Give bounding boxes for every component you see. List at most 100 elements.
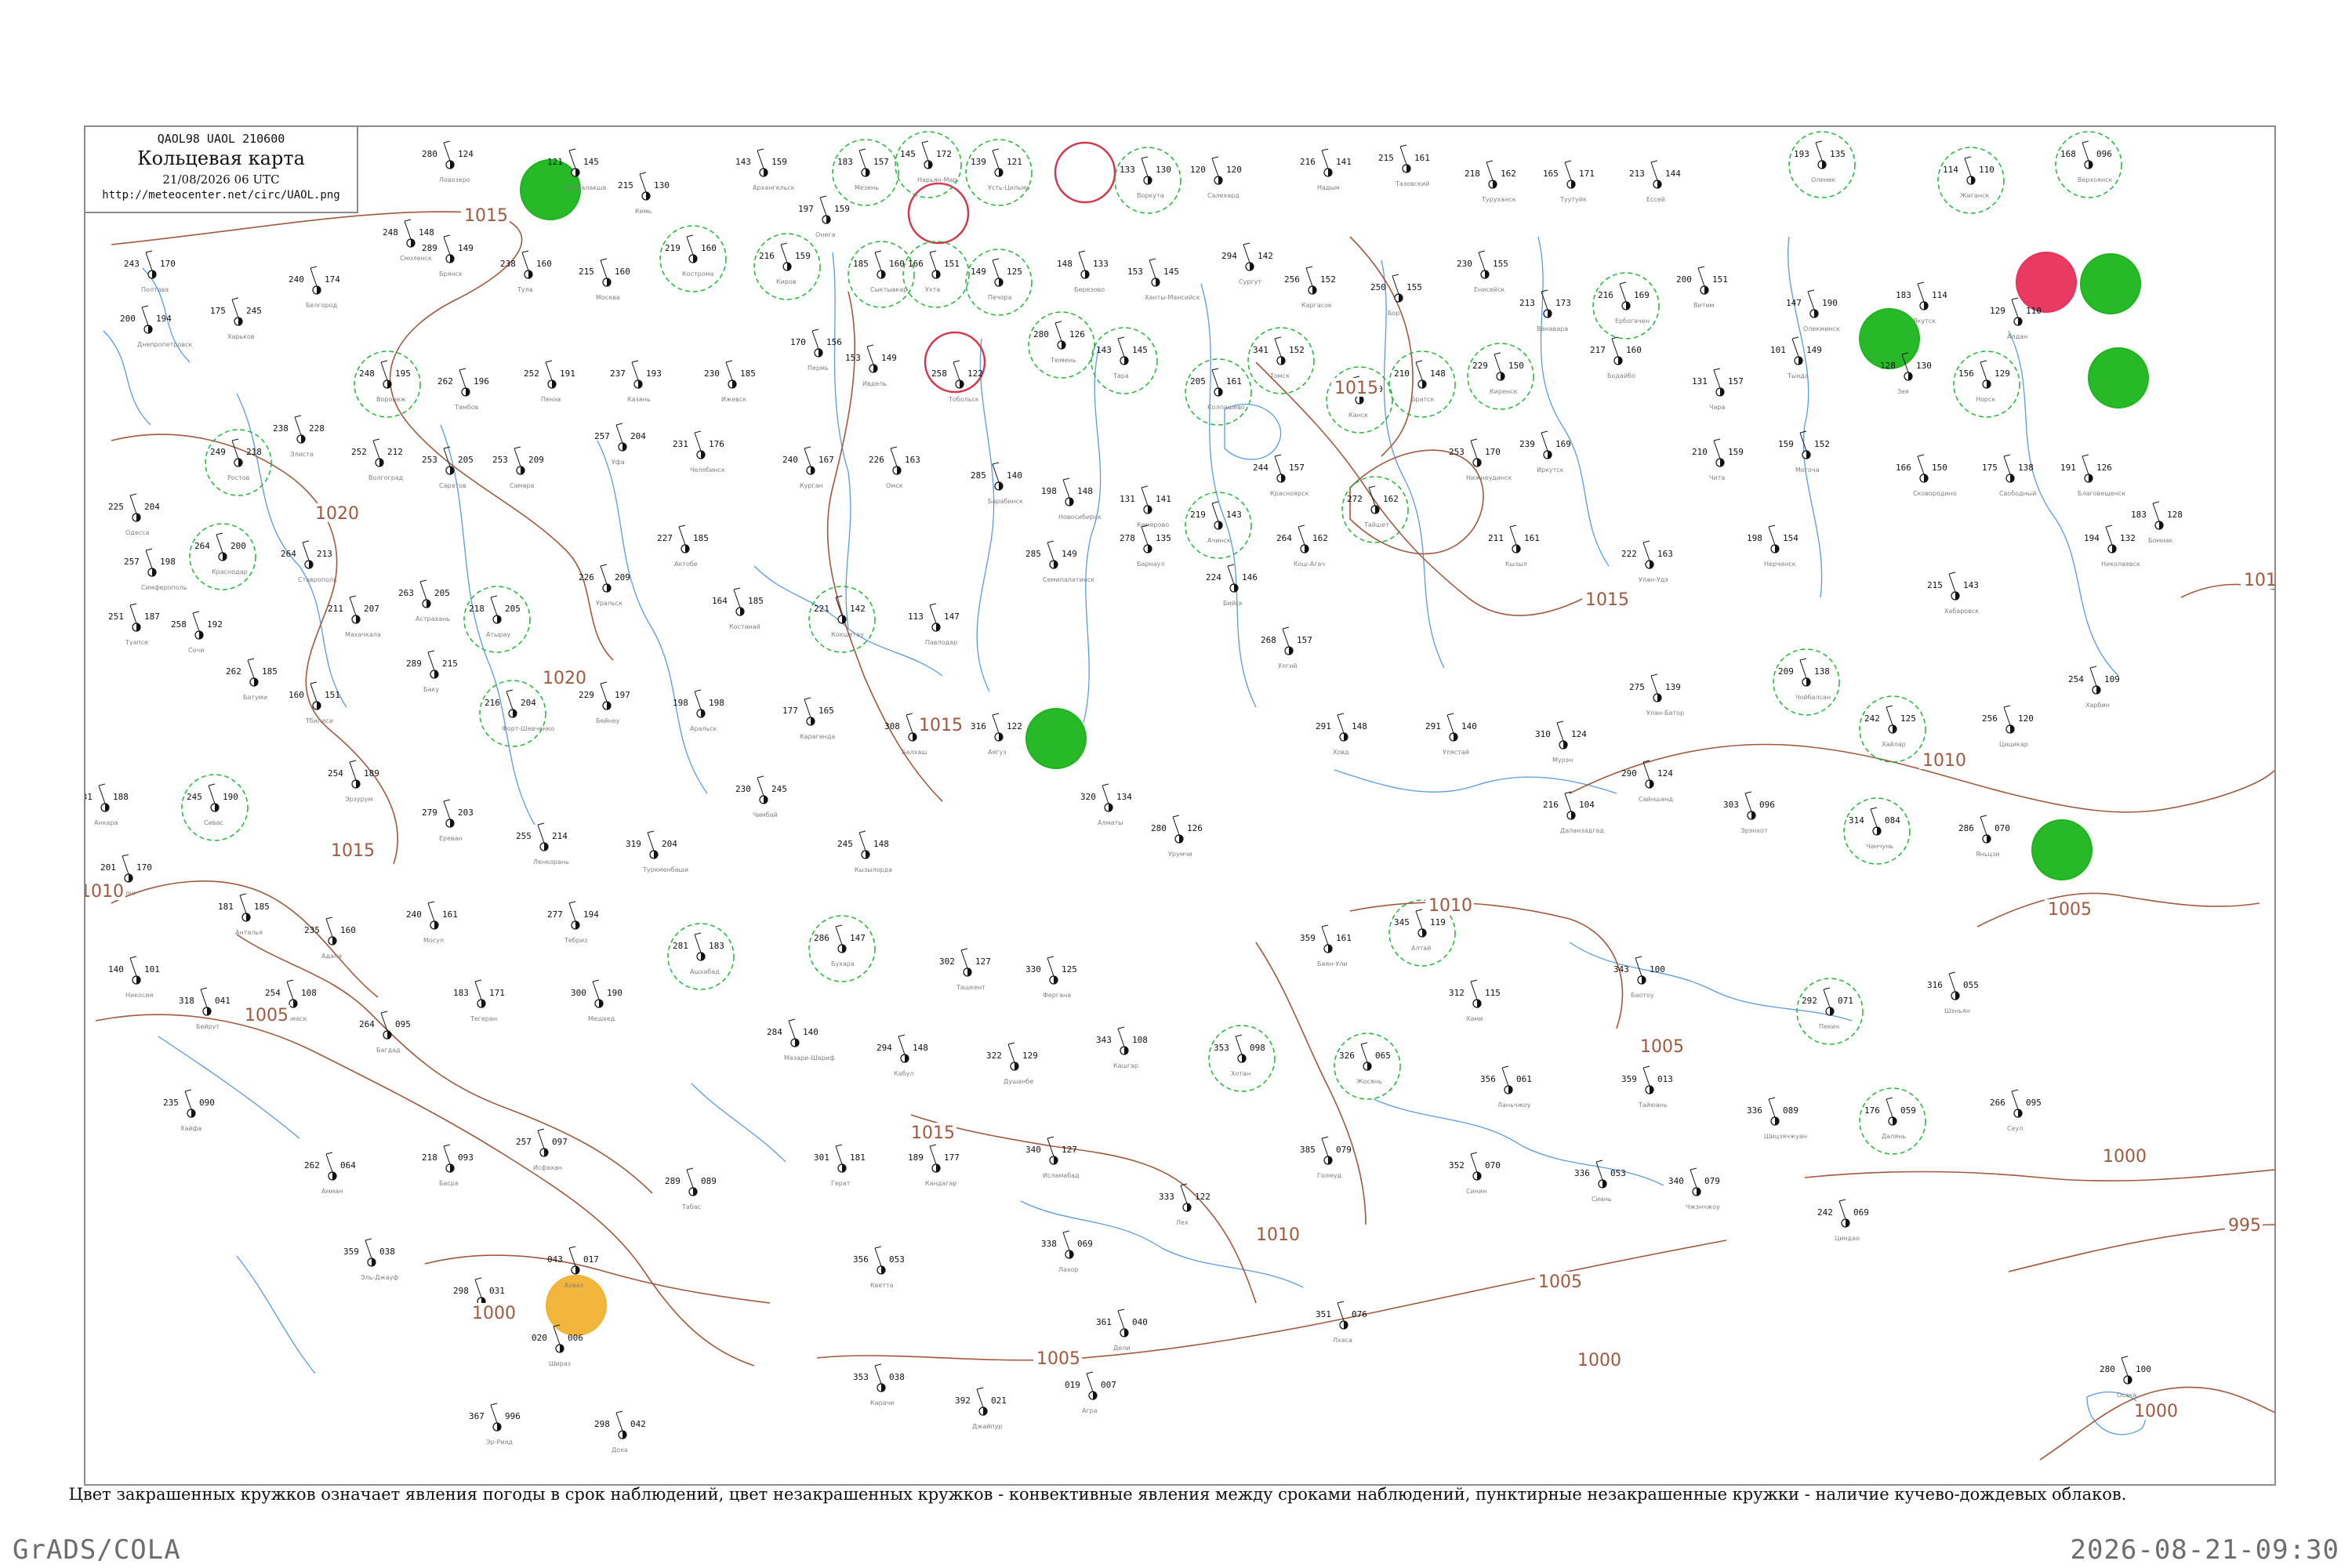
station-plot[interactable]: 101 149 Тында (1770, 336, 1822, 379)
station-plot[interactable]: 183 128 Бомнак (2131, 501, 2183, 544)
station-plot[interactable]: 183 171 Тегеран (453, 979, 505, 1022)
station-plot[interactable]: 198 148 Новосибирск (1041, 477, 1102, 521)
station-plot[interactable]: 250 155 Бор (1370, 274, 1422, 317)
station-plot[interactable]: 359 013 Тайюань (1621, 1065, 1673, 1109)
station-plot[interactable]: 318 041 Бейрут (179, 987, 230, 1030)
station-plot[interactable]: 210 159 Чита (1692, 438, 1744, 481)
station-plot[interactable]: 280 124 Ловозеро (422, 140, 474, 183)
station-plot[interactable]: 219 143 Ачинск (1190, 501, 1242, 544)
station-plot[interactable]: 217 160 Бодайбо (1590, 336, 1642, 379)
station-plot[interactable]: 216 141 Надым (1300, 148, 1352, 191)
station-plot[interactable]: 356 061 Ланьчжоу (1480, 1065, 1532, 1109)
station-plot[interactable]: 359 038 Эль-Джауф (343, 1238, 398, 1281)
station-plot[interactable]: 225 204 Одесса (108, 493, 160, 536)
station-plot[interactable]: 235 090 Хайфа (163, 1089, 215, 1132)
station-plot[interactable]: 253 209 Самара (492, 446, 544, 489)
station-plot[interactable]: 231 176 Челябинск (673, 430, 725, 474)
station-plot[interactable]: 264 200 Краснодар (194, 532, 248, 575)
station-plot[interactable]: 113 147 Павлодар (908, 603, 960, 646)
station-plot[interactable]: 361 040 Дели (1096, 1308, 1148, 1352)
station-plot[interactable]: 320 134 Алматы (1080, 783, 1132, 826)
station-plot[interactable]: 191 126 Благовещенск (2060, 454, 2125, 497)
station-plot[interactable]: 218 093 Басра (422, 1144, 474, 1187)
station-plot[interactable]: 255 214 Ленкорань (516, 822, 569, 866)
station-plot[interactable]: 131 157 Чара (1692, 368, 1744, 411)
station-plot[interactable]: 181 185 Анталья (218, 893, 270, 936)
station-plot[interactable]: 281 183 Ашхабад (673, 932, 724, 975)
station-plot[interactable]: 177 165 Караганда (782, 697, 835, 740)
station-plot[interactable]: 316 122 Аягуз (971, 713, 1022, 756)
station-plot[interactable]: 197 159 Онега (798, 195, 850, 238)
station-plot[interactable]: 229 197 Бейнеу (579, 681, 630, 724)
station-plot[interactable]: 262 064 Амман (304, 1152, 356, 1195)
station-plot[interactable]: 278 135 Барнаул (1120, 524, 1171, 568)
station-plot[interactable]: 198 154 Нерчинск (1747, 524, 1798, 568)
station-plot[interactable]: 215 130 Кемь (618, 172, 670, 215)
station-plot[interactable]: 345 119 Алтай (1394, 909, 1446, 952)
station-plot[interactable]: 239 169 Иркутск (1519, 430, 1571, 474)
station-plot[interactable]: 253 170 Нижнеудинск (1449, 438, 1512, 481)
station-plot[interactable]: 244 157 Красноярск (1253, 454, 1308, 497)
station-plot[interactable]: 176 059 Далянь (1864, 1097, 1916, 1140)
station-plot[interactable]: 264 213 Ставрополь (281, 540, 337, 583)
station-plot[interactable]: 262 196 Тамбов (437, 368, 489, 411)
station-plot[interactable]: 385 079 Голмуд (1300, 1136, 1352, 1179)
station-plot[interactable]: 216 169 Ербогачен (1598, 281, 1650, 325)
station-plot[interactable]: 294 148 Кабул (877, 1034, 928, 1077)
station-plot[interactable]: 242 125 Хайлар (1864, 705, 1916, 748)
station-plot[interactable]: 189 177 Кандагар (908, 1144, 960, 1187)
station-plot[interactable]: 330 125 Фергана (1025, 956, 1077, 999)
station-plot[interactable]: 168 096 Верхоянск (2060, 140, 2113, 183)
station-plot[interactable]: 114 110 Жиганск (1943, 156, 1994, 199)
station-plot[interactable]: 226 209 Уральск (579, 564, 630, 607)
station-plot[interactable]: 356 053 Кветта (853, 1246, 905, 1289)
station-plot[interactable]: 285 140 Барабинск (971, 462, 1023, 505)
station-plot[interactable]: 280 126 Урумчи (1151, 815, 1203, 858)
station-plot[interactable]: 221 142 Кокшетау (814, 595, 866, 638)
station-plot[interactable]: 143 159 Архангельск (735, 148, 795, 191)
station-plot[interactable]: 219 160 Кострома (665, 234, 717, 278)
station-plot[interactable]: 263 205 Астрахань (398, 579, 450, 622)
station-plot[interactable]: 338 069 Лахор (1041, 1230, 1093, 1273)
station-plot[interactable]: 222 163 Улан-Удэ (1621, 540, 1673, 583)
station-plot[interactable]: 392 021 Джайпур (955, 1387, 1007, 1430)
station-plot[interactable]: 140 101 Никосия (108, 956, 160, 999)
station-plot[interactable]: 341 152 Томск (1253, 336, 1305, 379)
station-plot[interactable]: 253 205 Саратов (422, 446, 474, 489)
station-plot[interactable]: 133 130 Воркута (1120, 156, 1171, 199)
station-plot[interactable]: 215 143 Хабаровск (1927, 572, 1979, 615)
station-plot[interactable]: 251 187 Туапсе (108, 603, 160, 646)
station-plot[interactable]: 165 171 Туутуйк (1543, 160, 1595, 203)
station-plot[interactable]: 301 181 Герат (814, 1144, 866, 1187)
station-plot[interactable]: 322 129 Душанбе (986, 1042, 1038, 1085)
station-plot[interactable]: 243 170 Полтава (124, 250, 176, 293)
station-plot[interactable]: 198 198 Аральск (673, 689, 724, 732)
station-plot[interactable]: 257 198 Симферополь (124, 548, 187, 591)
station-plot[interactable]: 216 104 Даланзадгад (1543, 791, 1604, 834)
station-plot[interactable]: 343 108 Кашгар (1096, 1026, 1148, 1069)
station-plot[interactable]: 148 133 Березово (1057, 250, 1109, 293)
station-plot[interactable]: 291 148 Ховд (1316, 713, 1367, 756)
station-plot[interactable]: 230 245 Чимбай (735, 775, 787, 818)
station-plot[interactable]: 256 152 Каргасок (1284, 266, 1336, 309)
station-plot[interactable]: 268 157 Улгий (1261, 626, 1312, 670)
station-plot[interactable]: 264 095 Багдад (359, 1011, 411, 1054)
station-plot[interactable]: 352 070 Синин (1449, 1152, 1501, 1195)
station-plot[interactable]: 193 135 Оленек (1794, 140, 1846, 183)
station-plot[interactable]: 229 150 Киренск (1472, 352, 1524, 395)
station-plot[interactable]: 175 138 Свободный (1982, 454, 2036, 497)
station-plot[interactable]: 289 215 Баку (406, 650, 458, 693)
station-plot[interactable]: 258 122 Тобольск (931, 360, 983, 403)
station-plot[interactable]: 248 195 Воронеж (359, 360, 411, 403)
station-plot[interactable]: 353 098 Хотан (1214, 1034, 1265, 1077)
station-plot[interactable]: 262 185 Батуми (226, 658, 278, 701)
station-plot[interactable]: 286 070 Яньцзи (1958, 815, 2010, 858)
station-plot[interactable]: 227 185 Актобе (657, 524, 709, 568)
station-plot[interactable]: 226 163 Омск (869, 446, 920, 489)
station-plot[interactable]: 200 194 Днепропетровск (120, 305, 193, 348)
station-plot[interactable]: 316 055 Шэньян (1927, 971, 1979, 1014)
station-plot[interactable]: 252 191 Пенза (524, 360, 575, 403)
station-plot[interactable]: 302 127 Ташкент (939, 948, 991, 991)
station-plot[interactable]: 209 138 Чойбалсан (1778, 658, 1831, 701)
station-plot[interactable]: 353 038 Карачи (853, 1363, 905, 1406)
